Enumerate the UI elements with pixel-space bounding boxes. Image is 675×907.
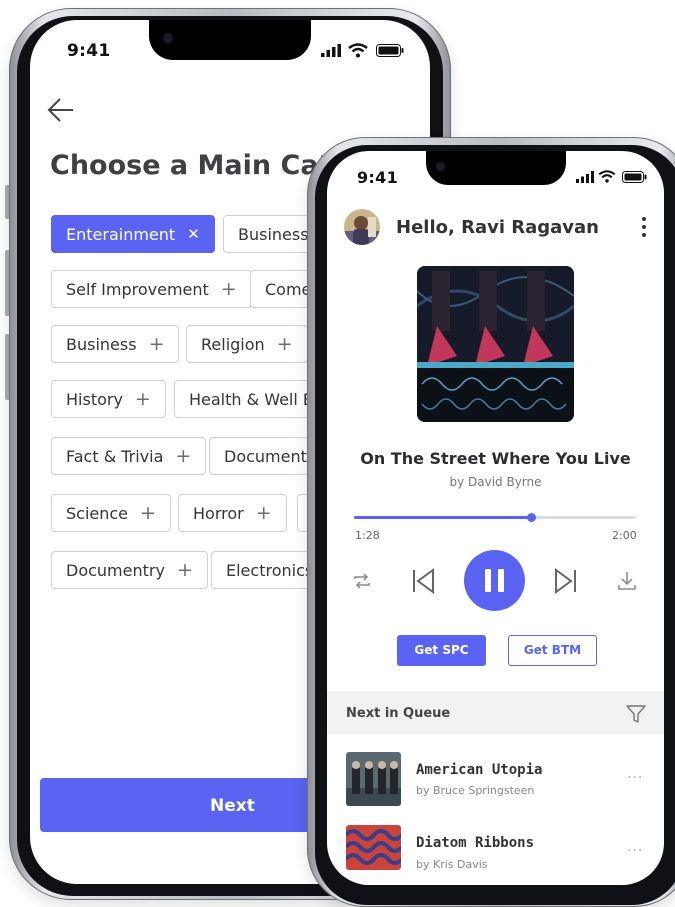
back-arrow-icon[interactable]: [47, 96, 75, 124]
album-art: [417, 266, 574, 422]
add-icon: +: [134, 388, 151, 410]
add-icon: +: [220, 278, 237, 300]
right-phone-notch: [426, 151, 566, 185]
left-battery-icon: [376, 44, 404, 57]
left-phone-notch: [149, 20, 311, 60]
song-artist: by David Byrne: [449, 475, 542, 489]
right-battery-icon: [622, 171, 647, 183]
chip-fact-trivia[interactable]: Fact & Trivia +: [51, 437, 207, 475]
queue-label: Next in Queue: [346, 706, 451, 721]
queue-thumb-2: [346, 825, 401, 870]
pause-icon: [485, 569, 505, 592]
elapsed-time: 1:28: [355, 529, 380, 542]
chip-science[interactable]: Science +: [51, 494, 171, 532]
pause-button[interactable]: [464, 550, 525, 611]
queue-item-artist: by Bruce Springsteen: [416, 784, 535, 797]
filter-icon[interactable]: [626, 705, 646, 723]
repeat-icon[interactable]: [352, 571, 372, 591]
queue-item-title[interactable]: American Utopia: [416, 762, 542, 778]
remove-icon[interactable]: ✕: [187, 225, 200, 243]
queue-item-more-icon[interactable]: ···: [627, 770, 643, 786]
total-time: 2:00: [612, 529, 637, 542]
left-signal-icon: [321, 44, 341, 57]
greeting: Hello, Ravi Ragavan: [396, 217, 599, 238]
more-vertical-icon[interactable]: [640, 216, 648, 238]
chip-enterainment[interactable]: Enterainment ✕: [51, 215, 215, 253]
chip-self-improvement[interactable]: Self Improvement +: [51, 270, 252, 308]
download-icon[interactable]: [617, 570, 637, 592]
avatar[interactable]: [344, 209, 380, 245]
song-title: On The Street Where You Live: [360, 449, 631, 468]
left-wifi-icon: [348, 43, 368, 58]
queue-item-more-icon[interactable]: ···: [627, 843, 643, 859]
get-spc-button[interactable]: Get SPC: [397, 635, 486, 666]
right-camera: [436, 162, 445, 171]
chip-horror[interactable]: Horror +: [178, 494, 287, 532]
chip-business-2[interactable]: Business +: [51, 325, 180, 363]
add-icon: +: [255, 502, 272, 524]
queue-item-artist: by Kris Davis: [416, 858, 488, 871]
add-icon: +: [148, 333, 165, 355]
skip-previous-icon[interactable]: [411, 568, 435, 594]
queue-thumb-1: [346, 752, 401, 806]
chip-religion[interactable]: Religion +: [186, 325, 308, 363]
right-status-time: 9:41: [357, 168, 398, 187]
queue-item-title[interactable]: Diatom Ribbons: [416, 835, 534, 851]
get-btm-button[interactable]: Get BTM: [508, 635, 597, 666]
add-icon: +: [140, 502, 156, 524]
chip-documentry-2[interactable]: Documentry +: [51, 551, 208, 589]
add-icon: +: [175, 445, 192, 467]
chip-history[interactable]: History +: [51, 380, 166, 418]
add-icon: +: [176, 559, 193, 581]
left-status-time: 9:41: [67, 41, 111, 61]
progress-fill: [354, 516, 532, 519]
add-icon: +: [276, 333, 293, 355]
right-wifi-icon: [598, 170, 616, 183]
left-camera: [163, 33, 173, 43]
skip-next-icon[interactable]: [554, 568, 578, 594]
right-signal-icon: [576, 171, 594, 183]
